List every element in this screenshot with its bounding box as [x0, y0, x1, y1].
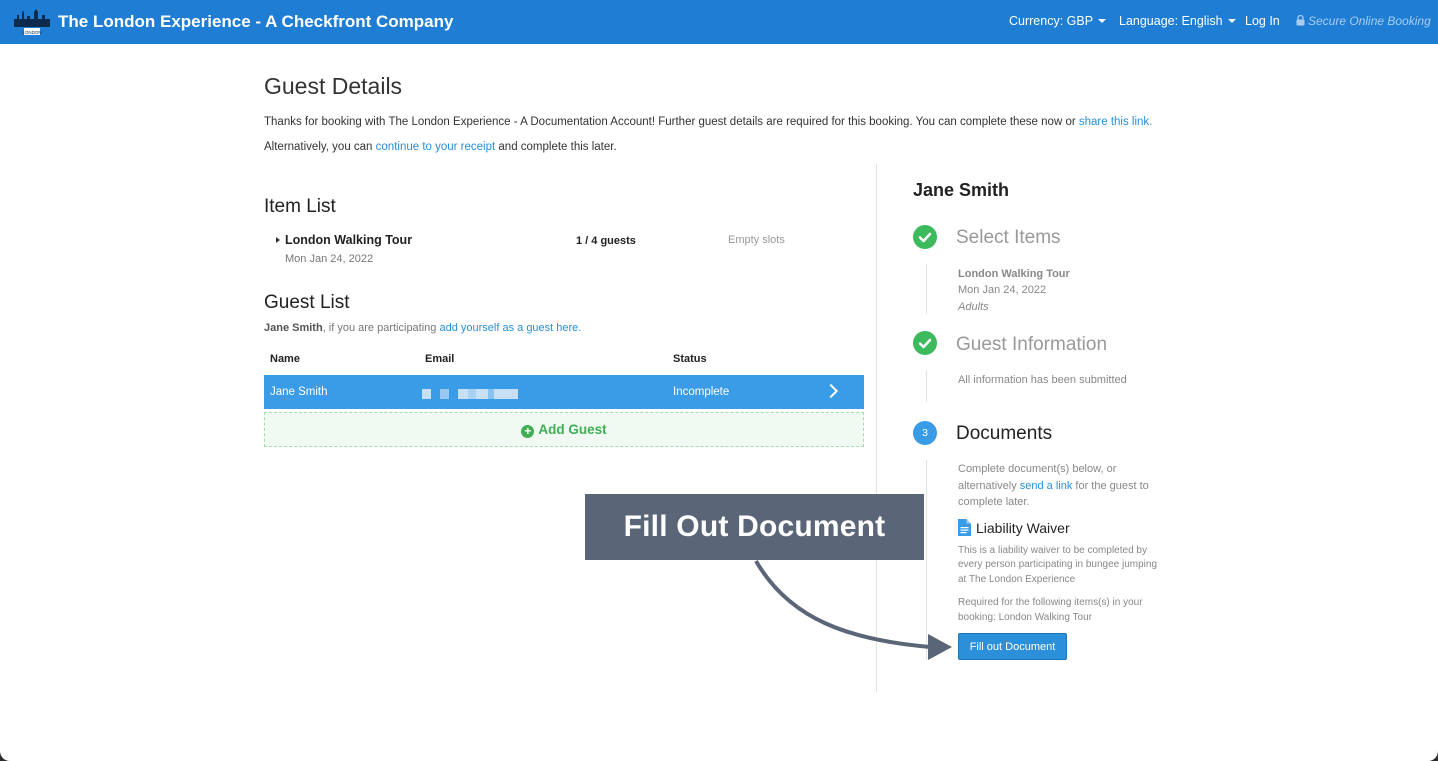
table-row[interactable]: Jane Smith Incomplete [264, 375, 864, 409]
sidebar-guest-name: Jane Smith [913, 180, 1010, 200]
london-skyline-logo-icon[interactable]: LONDON [12, 7, 52, 37]
step-item-type: Adults [958, 301, 989, 313]
intro-text-2: Alternatively, you can continue to your … [264, 141, 617, 153]
check-circle-icon [913, 225, 937, 249]
add-yourself-link[interactable]: add yourself as a guest here. [439, 322, 581, 334]
caret-down-icon [1098, 18, 1107, 23]
step-number-badge: 3 [913, 421, 937, 445]
column-divider [876, 164, 877, 692]
check-circle-icon [913, 331, 937, 355]
page-title: Guest Details [264, 73, 403, 99]
documents-desc: alternatively send a link for the guest … [958, 480, 1149, 492]
document-desc: at The London Experience [958, 574, 1076, 585]
step-documents[interactable]: Documents [956, 423, 1052, 445]
add-guest-button[interactable]: + Add Guest [264, 412, 864, 447]
guest-name-cell: Jane Smith [270, 386, 328, 398]
item-date: Mon Jan 24, 2022 [285, 253, 374, 265]
step-connector [926, 264, 927, 314]
language-dropdown[interactable]: Language: English [1119, 14, 1236, 28]
step-guest-information[interactable]: Guest Information [956, 334, 1107, 356]
item-list-heading: Item List [264, 196, 336, 217]
currency-dropdown[interactable]: Currency: GBP [1009, 14, 1107, 28]
item-name[interactable]: London Walking Tour [285, 233, 412, 247]
send-link[interactable]: send a link [1020, 480, 1073, 492]
secure-booking-label: Secure Online Booking [1296, 14, 1431, 28]
guest-info-note: All information has been submitted [958, 374, 1127, 386]
document-desc: This is a liability waiver to be complet… [958, 545, 1147, 556]
step-item-name: London Walking Tour [958, 268, 1070, 280]
login-link[interactable]: Log In [1245, 14, 1280, 28]
document-title: Liability Waiver [976, 520, 1070, 536]
document-icon [958, 519, 971, 536]
step-item-date: Mon Jan 24, 2022 [958, 284, 1047, 296]
plus-circle-icon: + [521, 425, 535, 438]
document-desc: every person participating in bungee jum… [958, 559, 1158, 570]
item-empty-slots: Empty slots [728, 234, 785, 246]
redacted-email [422, 389, 518, 399]
top-navbar: LONDON The London Experience - A Checkfr… [0, 0, 1438, 44]
step-connector [926, 460, 927, 660]
step-connector [926, 370, 927, 402]
guest-status-cell: Incomplete [673, 386, 730, 398]
column-header-email: Email [425, 353, 455, 365]
required-note: Required for the following items(s) in y… [958, 597, 1143, 608]
share-link[interactable]: share this link. [1079, 116, 1153, 128]
documents-desc: complete later. [958, 496, 1030, 508]
lock-icon [1296, 14, 1305, 26]
column-header-status: Status [673, 353, 707, 365]
item-guest-count: 1 / 4 guests [576, 235, 636, 247]
expand-triangle-icon[interactable] [276, 237, 280, 243]
guest-list-heading: Guest List [264, 292, 350, 313]
step-select-items[interactable]: Select Items [956, 227, 1061, 249]
column-header-name: Name [270, 353, 300, 365]
fill-out-document-button[interactable]: Fill out Document [958, 633, 1067, 660]
required-note: booking: London Walking Tour [958, 612, 1092, 623]
callout-label: Fill Out Document [585, 494, 924, 560]
continue-receipt-link[interactable]: continue to your receipt [376, 141, 496, 153]
caret-down-icon [1227, 18, 1236, 23]
chevron-right-icon[interactable] [823, 383, 839, 399]
documents-desc: Complete document(s) below, or [958, 463, 1117, 475]
guest-list-note: Jane Smith, if you are participating add… [264, 322, 582, 334]
app-window: LONDON The London Experience - A Checkfr… [0, 0, 1438, 761]
intro-text: Thanks for booking with The London Exper… [264, 116, 1153, 128]
brand-title[interactable]: The London Experience - A Checkfront Com… [58, 12, 453, 32]
svg-text:LONDON: LONDON [22, 30, 41, 35]
